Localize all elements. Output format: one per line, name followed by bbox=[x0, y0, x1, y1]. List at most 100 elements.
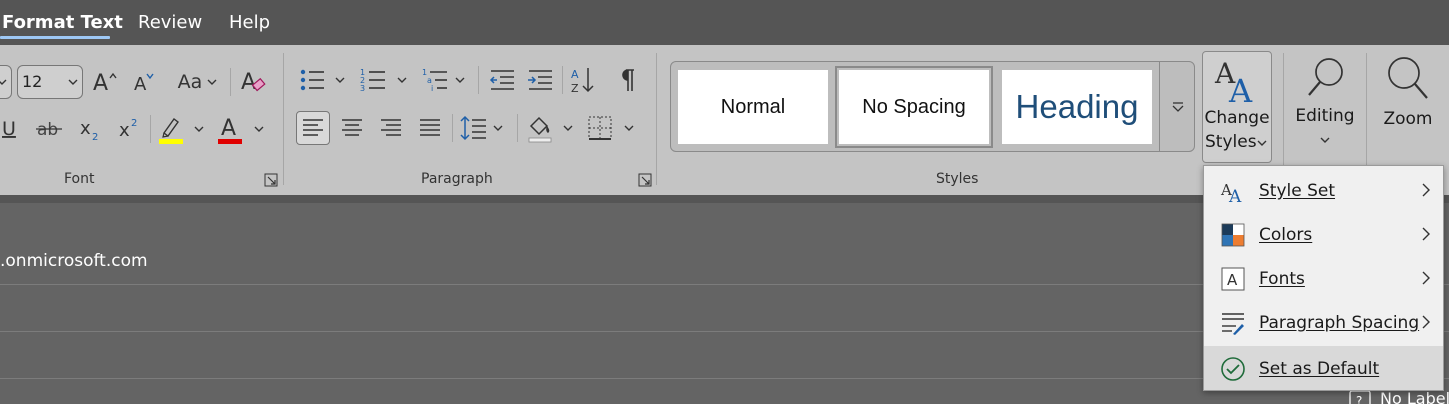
align-right-icon bbox=[381, 119, 401, 136]
svg-text:A: A bbox=[1227, 271, 1238, 289]
chevron-right-icon bbox=[1422, 315, 1430, 329]
gallery-more-button[interactable] bbox=[1159, 62, 1195, 151]
text-highlight-button[interactable] bbox=[154, 112, 188, 146]
menu-item-label: Set as Default bbox=[1259, 359, 1380, 379]
colors-icon bbox=[1221, 223, 1245, 247]
change-case-label: Aa bbox=[177, 71, 203, 93]
chevron-right-icon bbox=[1422, 227, 1430, 241]
svg-text:A: A bbox=[93, 71, 108, 96]
borders-button[interactable] bbox=[583, 111, 617, 145]
highlighter-icon bbox=[159, 118, 183, 144]
bullet-list-icon bbox=[300, 69, 324, 91]
superscript-icon: x2 bbox=[119, 118, 137, 141]
divider bbox=[452, 114, 453, 142]
subscript-button[interactable]: x2 bbox=[74, 112, 108, 146]
chevron-down-icon[interactable] bbox=[491, 121, 505, 135]
svg-text:x: x bbox=[119, 120, 130, 141]
line-spacing-button[interactable] bbox=[456, 111, 490, 145]
chevron-down-icon[interactable] bbox=[252, 122, 266, 136]
menu-item-paragraph-spacing[interactable]: Paragraph Spacing bbox=[1204, 300, 1443, 344]
menu-item-label: Fonts bbox=[1259, 269, 1305, 289]
numbering-button[interactable]: 123 bbox=[356, 63, 390, 97]
divider bbox=[230, 68, 231, 96]
chevron-down-icon[interactable] bbox=[622, 121, 636, 135]
show-formatting-marks-button[interactable] bbox=[610, 63, 644, 97]
chevron-down-icon[interactable] bbox=[453, 73, 467, 87]
chevron-down-icon[interactable] bbox=[192, 122, 206, 136]
font-size-combo[interactable]: 12 bbox=[17, 65, 83, 99]
align-left-icon bbox=[303, 119, 323, 136]
font-color-button[interactable]: A bbox=[213, 112, 247, 146]
sensitivity-help-icon[interactable]: ? bbox=[1349, 390, 1371, 404]
shrink-font-button[interactable]: A bbox=[128, 65, 162, 99]
change-styles-icon: A A bbox=[1214, 57, 1253, 106]
subscript-icon: x2 bbox=[80, 118, 98, 143]
chevron-down-icon[interactable] bbox=[561, 121, 575, 135]
svg-text:2: 2 bbox=[92, 132, 98, 143]
font-color-icon: A bbox=[218, 116, 242, 144]
svg-text:U: U bbox=[2, 118, 16, 140]
justify-button[interactable] bbox=[413, 111, 447, 145]
expand-gallery-icon bbox=[1172, 101, 1183, 112]
align-right-button[interactable] bbox=[374, 111, 408, 145]
style-heading[interactable]: Heading bbox=[1002, 70, 1152, 144]
zoom-button[interactable]: Zoom bbox=[1376, 51, 1440, 155]
multilevel-list-button[interactable]: 1ai bbox=[418, 63, 452, 97]
underline-button[interactable]: U bbox=[0, 112, 28, 146]
increase-indent-button[interactable] bbox=[523, 63, 557, 97]
align-center-icon bbox=[342, 119, 362, 136]
style-set-icon: A A bbox=[1220, 181, 1242, 204]
change-case-button[interactable]: Aa bbox=[172, 65, 224, 99]
line-spacing-icon bbox=[460, 115, 486, 141]
menu-item-label: Colors bbox=[1259, 225, 1313, 245]
dialog-launcher-icon[interactable] bbox=[638, 173, 652, 187]
align-left-button[interactable] bbox=[296, 111, 330, 145]
style-no-spacing[interactable]: No Spacing bbox=[835, 66, 993, 148]
svg-text:Z: Z bbox=[571, 82, 579, 95]
editing-button[interactable]: Editing bbox=[1292, 51, 1358, 155]
svg-text:A: A bbox=[571, 68, 579, 81]
superscript-button[interactable]: x2 bbox=[113, 112, 147, 146]
tab-format-text[interactable]: Format Text bbox=[2, 12, 123, 33]
shading-button[interactable] bbox=[523, 111, 557, 145]
pilcrow-icon bbox=[622, 69, 634, 91]
chevron-down-icon bbox=[1257, 140, 1267, 146]
change-styles-button[interactable]: A A Change Styles bbox=[1202, 51, 1272, 163]
sensitivity-label[interactable]: No Label bbox=[1380, 389, 1449, 404]
checkmark-circle-icon bbox=[1221, 357, 1245, 381]
menu-item-colors[interactable]: Colors bbox=[1204, 212, 1443, 256]
chevron-right-icon bbox=[1422, 271, 1430, 285]
decrease-indent-button[interactable] bbox=[485, 63, 519, 97]
svg-text:A: A bbox=[1228, 187, 1242, 204]
svg-text:i: i bbox=[431, 84, 433, 93]
group-separator bbox=[283, 53, 284, 185]
tab-review[interactable]: Review bbox=[138, 12, 202, 33]
menu-item-fonts[interactable]: A Fonts bbox=[1204, 256, 1443, 300]
change-styles-label-line1: Change bbox=[1204, 108, 1270, 128]
paint-bucket-icon bbox=[528, 116, 552, 143]
menu-item-set-as-default[interactable]: Set as Default bbox=[1204, 346, 1443, 390]
clear-formatting-icon: A bbox=[241, 70, 266, 95]
svg-text:2: 2 bbox=[131, 118, 137, 129]
sort-button[interactable]: AZ bbox=[566, 63, 600, 97]
strikethrough-button[interactable]: ab bbox=[32, 112, 66, 146]
zoom-label: Zoom bbox=[1383, 109, 1433, 129]
svg-text:A: A bbox=[221, 116, 236, 141]
chevron-down-icon[interactable] bbox=[395, 73, 409, 87]
svg-text:A: A bbox=[1228, 72, 1253, 106]
chevron-down-icon[interactable] bbox=[333, 73, 347, 87]
grow-font-button[interactable]: A bbox=[89, 65, 123, 99]
editing-label: Editing bbox=[1295, 106, 1355, 126]
bullets-button[interactable] bbox=[295, 63, 329, 97]
align-center-button[interactable] bbox=[335, 111, 369, 145]
clear-formatting-button[interactable]: A bbox=[237, 65, 271, 99]
group-separator bbox=[656, 53, 657, 185]
zoom-magnifier-icon bbox=[1388, 57, 1428, 99]
tab-help[interactable]: Help bbox=[229, 12, 270, 33]
dialog-launcher-icon[interactable] bbox=[264, 173, 278, 187]
font-name-combo[interactable] bbox=[0, 65, 12, 99]
svg-text:x: x bbox=[80, 118, 91, 139]
styles-group-label: Styles bbox=[936, 171, 979, 187]
style-normal[interactable]: Normal bbox=[678, 70, 828, 144]
menu-item-style-set[interactable]: A A Style Set bbox=[1204, 168, 1443, 212]
